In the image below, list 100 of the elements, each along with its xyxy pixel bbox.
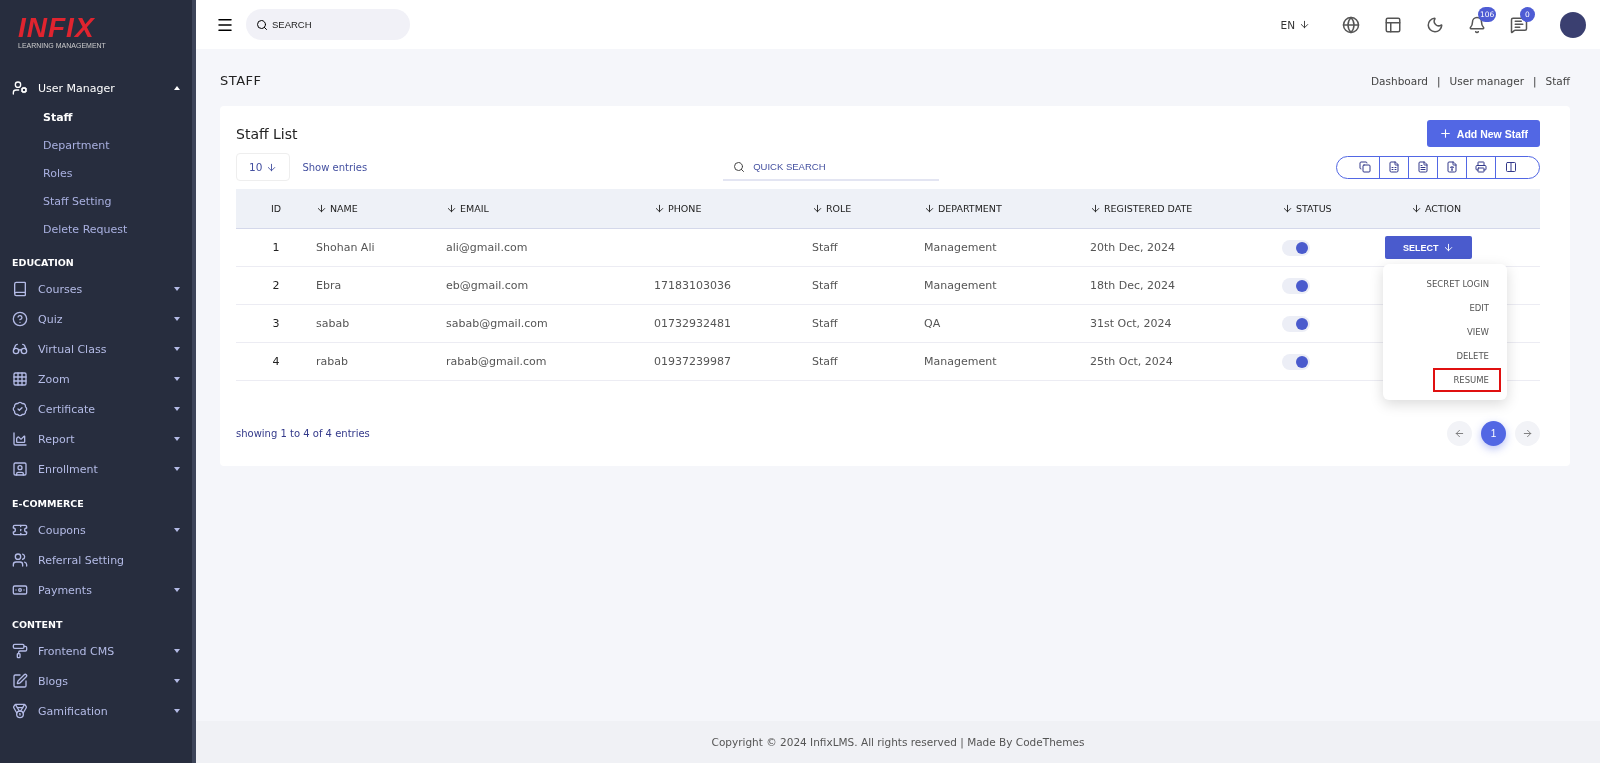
table-cell-text: 25th Oct, 2024 — [1090, 355, 1174, 368]
user-gear-icon — [12, 80, 28, 96]
breadcrumb-link[interactable]: Staff — [1545, 74, 1570, 87]
logo-wordmark: INFIX — [18, 14, 96, 42]
search-icon — [256, 18, 268, 31]
page-button[interactable]: 1 — [1481, 421, 1506, 446]
status-toggle[interactable] — [1282, 277, 1310, 294]
table-cell-text: 1 — [271, 241, 281, 254]
search-field[interactable]: SEARCH — [246, 9, 410, 40]
menu-item[interactable]: Zoom — [38, 372, 174, 386]
table-cell-text: 20th Dec, 2024 — [1090, 241, 1177, 254]
menu-item[interactable]: Referral Setting — [38, 553, 180, 567]
table-cell-text: sabab@gmail.com — [446, 317, 549, 330]
table-cell-text: eb@gmail.com — [446, 279, 530, 292]
status-toggle[interactable] — [1282, 239, 1310, 256]
submenu-item[interactable]: Staff — [0, 103, 192, 131]
moon-icon[interactable] — [1426, 15, 1444, 34]
table-cell-text: Staff — [812, 355, 839, 368]
column-header[interactable]: NAME — [316, 203, 446, 214]
table-cell-text: QA — [924, 317, 942, 330]
breadcrumb-link[interactable]: User manager — [1449, 74, 1524, 87]
pen-icon — [12, 673, 28, 689]
search-icon — [733, 161, 746, 173]
menu-option[interactable]: RESUME — [1433, 368, 1501, 392]
submenu-item[interactable]: Department — [0, 131, 192, 159]
table-cell-text: Shohan Ali — [316, 241, 376, 254]
plus-icon — [1438, 127, 1452, 140]
question-icon — [12, 311, 28, 327]
language-select[interactable]: EN — [1280, 18, 1310, 31]
column-header[interactable]: ID — [236, 203, 316, 214]
copy-icon — [1359, 161, 1371, 173]
menu-option[interactable]: DELETE — [1444, 344, 1501, 368]
menu-option[interactable]: SECRET LOGIN — [1414, 272, 1501, 296]
breadcrumb-link[interactable]: Dashboard — [1371, 74, 1428, 87]
paint-roller-icon — [12, 643, 28, 659]
table-cell-text: 01732932481 — [654, 317, 732, 330]
book-icon — [12, 281, 28, 297]
table-cell-text: 17183103036 — [654, 279, 732, 292]
arrow-left-icon — [1454, 428, 1465, 439]
seal-icon — [12, 401, 28, 417]
section-heading: E-COMMERCE — [11, 497, 85, 511]
entries-info: showing 1 to 4 of 4 entries — [236, 428, 370, 439]
arrow-down-icon — [1442, 242, 1454, 253]
arrow-down-icon — [1299, 19, 1310, 30]
document-icon — [1417, 161, 1429, 173]
table-cell-text: 01937239987 — [654, 355, 732, 368]
menu-item[interactable]: Frontend CMS — [38, 644, 174, 658]
menu-option[interactable]: EDIT — [1457, 296, 1501, 320]
menu-item[interactable]: Certificate — [38, 402, 174, 416]
spreadsheet-icon — [1388, 161, 1400, 173]
menu-item[interactable]: Enrollment — [38, 462, 174, 476]
table-cell-text: Staff — [812, 317, 839, 330]
menu-item[interactable]: Virtual Class — [38, 342, 174, 356]
table-cell-text: Management — [924, 241, 998, 254]
status-toggle[interactable] — [1282, 315, 1310, 332]
table-cell-text: rabab@gmail.com — [446, 355, 548, 368]
column-header[interactable]: STATUS — [1282, 203, 1411, 214]
menu-item[interactable]: Payments — [38, 583, 174, 597]
section-heading: EDUCATION — [11, 256, 75, 270]
column-header[interactable]: DEPARTMENT — [924, 203, 1090, 214]
globe-icon[interactable] — [1342, 15, 1360, 34]
menu-item[interactable]: Coupons — [38, 523, 174, 537]
column-header[interactable]: REGISTERED DATE — [1090, 203, 1282, 214]
banknote-icon — [12, 582, 28, 598]
quick-search-field[interactable]: QUICK SEARCH — [723, 153, 940, 181]
columns-icon — [1504, 161, 1517, 173]
column-header[interactable]: PHONE — [654, 203, 812, 214]
menu-item[interactable]: Gamification — [38, 704, 174, 718]
person-card-icon — [12, 461, 28, 477]
layout-icon[interactable] — [1384, 15, 1402, 34]
submenu-item[interactable]: Staff Setting — [0, 187, 192, 215]
table-cell-text: Staff — [812, 279, 839, 292]
menu-option[interactable]: VIEW — [1454, 320, 1501, 344]
bell-icon[interactable] — [1468, 15, 1486, 34]
menu-item[interactable]: Report — [38, 432, 174, 446]
menu-item[interactable]: Quiz — [38, 312, 174, 326]
select-button[interactable]: SELECT — [1385, 236, 1472, 259]
column-header[interactable]: EMAIL — [446, 203, 654, 214]
table-cell-text: Management — [924, 279, 998, 292]
submenu-item[interactable]: Roles — [0, 159, 192, 187]
print-icon — [1475, 161, 1487, 173]
entries-select[interactable]: 10 — [236, 153, 291, 181]
arrow-down-icon — [266, 161, 278, 173]
ticket-icon — [12, 522, 28, 538]
avatar[interactable] — [1560, 11, 1586, 38]
users-icon — [12, 552, 28, 568]
column-header[interactable]: ROLE — [812, 203, 924, 214]
menu-item[interactable]: User Manager — [38, 81, 174, 95]
message-icon[interactable] — [1510, 15, 1528, 34]
add-staff-button[interactable]: Add New Staff — [1426, 120, 1540, 147]
column-header[interactable]: ACTION — [1411, 203, 1540, 214]
table-cell-text: rabab — [316, 355, 349, 368]
table-cell-text: sabab — [316, 317, 351, 330]
submenu-item[interactable]: Delete Request — [0, 215, 192, 243]
menu-item[interactable]: Blogs — [38, 674, 174, 688]
menu-item[interactable]: Courses — [38, 282, 174, 296]
section-heading: CONTENT — [11, 618, 64, 632]
table-cell-text: 31st Oct, 2024 — [1090, 317, 1173, 330]
status-toggle[interactable] — [1282, 353, 1310, 370]
file-icon — [1446, 161, 1458, 173]
